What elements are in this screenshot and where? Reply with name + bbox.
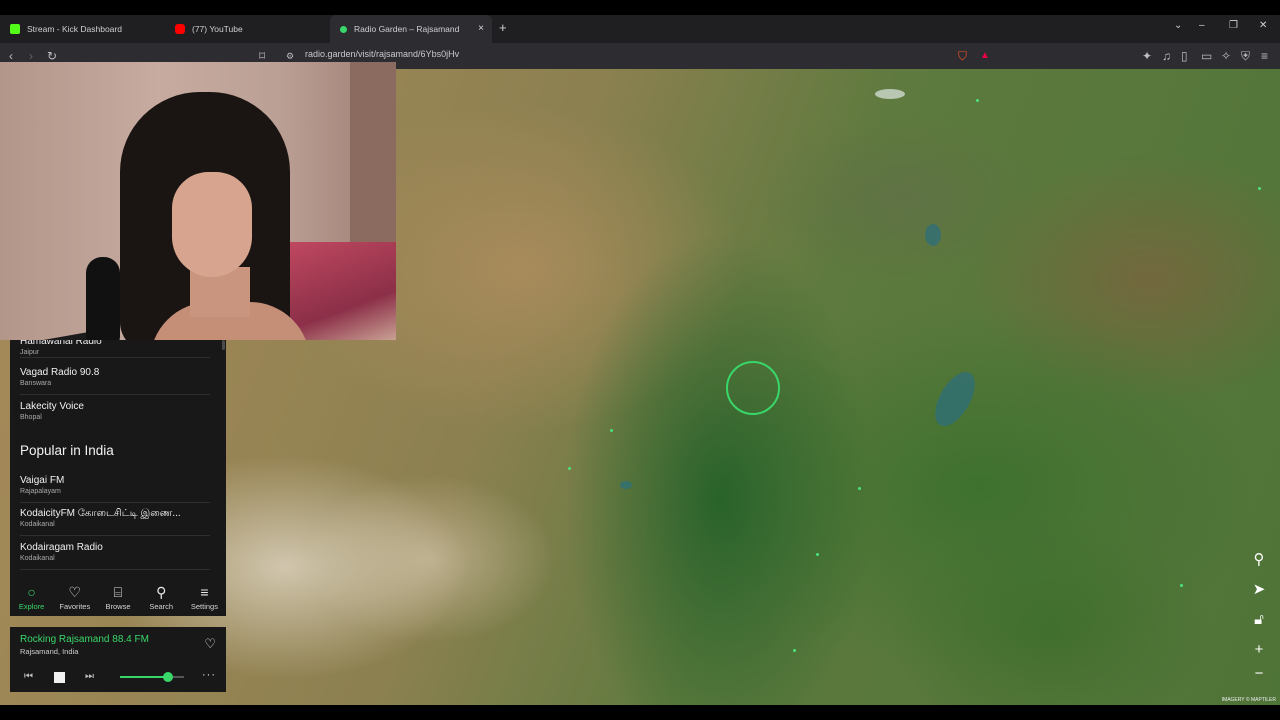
selected-station-marker[interactable] xyxy=(726,361,780,415)
station-dot[interactable] xyxy=(793,649,796,652)
favorite-heart-icon[interactable]: ♡ xyxy=(204,636,216,652)
lake xyxy=(927,365,983,433)
new-tab-button[interactable]: + xyxy=(499,20,507,35)
kick-icon xyxy=(10,24,20,34)
sidebar-icon[interactable]: ▯ xyxy=(1181,49,1188,63)
brave-rewards-icon[interactable]: ▲ xyxy=(980,49,990,63)
station-dot[interactable] xyxy=(1258,187,1261,190)
browser-tab-bar: Stream - Kick Dashboard (77) YouTube Rad… xyxy=(0,15,1280,43)
station-dot[interactable] xyxy=(568,467,571,470)
restore-icon[interactable]: ❐ xyxy=(1229,20,1238,31)
vpn-icon[interactable]: ⛨ xyxy=(1241,49,1250,63)
station-dot[interactable] xyxy=(1180,584,1183,587)
explore-icon: ○ xyxy=(27,583,36,600)
section-title: Popular in India xyxy=(20,443,114,458)
search-icon: ⚲ xyxy=(156,583,167,600)
locate-me-icon[interactable]: ➤ xyxy=(1246,578,1272,602)
tab-youtube[interactable]: (77) YouTube xyxy=(165,15,330,43)
nav-explore[interactable]: ○ Explore xyxy=(10,578,53,616)
lake xyxy=(875,89,905,99)
now-playing-station[interactable]: Rocking Rajsamand 88.4 FM xyxy=(20,634,149,645)
list-item[interactable]: Lakecity Voice Bhopal xyxy=(20,401,210,429)
leo-ai-icon[interactable]: ✧ xyxy=(1221,49,1231,63)
tab-title: Stream - Kick Dashboard xyxy=(27,24,122,34)
list-item[interactable]: KodaicityFM கோடைசிட்டி இணை... Kodaikanal xyxy=(20,508,210,536)
map-icon: ⌸ xyxy=(113,583,123,600)
nav-search[interactable]: ⚲ Search xyxy=(140,578,183,616)
list-item[interactable]: Kodairagam Radio Kodaikanal xyxy=(20,542,210,570)
brave-shield-icon[interactable]: ⛉ xyxy=(958,49,967,63)
youtube-icon xyxy=(175,24,185,34)
heart-icon: ♡ xyxy=(68,583,82,600)
scrollbar[interactable] xyxy=(222,340,225,350)
list-item[interactable]: Hamawanai Radio Jaipur xyxy=(20,340,210,358)
zoom-out-icon[interactable]: − xyxy=(1246,662,1272,686)
radio-garden-icon xyxy=(340,25,347,33)
close-tab-icon[interactable]: × xyxy=(478,23,484,34)
bookmark-icon[interactable]: ⌑ xyxy=(259,49,265,63)
radio-garden-panel: Hamawanai Radio Jaipur Vagad Radio 90.8 … xyxy=(10,340,226,616)
volume-slider[interactable] xyxy=(120,672,184,682)
tab-radio-garden[interactable]: Radio Garden – Rajsamand × xyxy=(330,15,492,43)
wallet-icon[interactable]: ▭ xyxy=(1201,49,1212,63)
tab-list-chevron-icon[interactable]: ⌄ xyxy=(1174,20,1182,31)
lake xyxy=(925,224,941,246)
more-options-icon[interactable]: ··· xyxy=(202,669,216,681)
forward-icon[interactable]: › xyxy=(29,49,33,63)
tab-kick-dashboard[interactable]: Stream - Kick Dashboard xyxy=(0,15,165,43)
station-list[interactable]: Hamawanai Radio Jaipur Vagad Radio 90.8 … xyxy=(10,340,226,576)
now-playing-bar: Rocking Rajsamand 88.4 FM Rajsamand, Ind… xyxy=(10,627,226,692)
list-item[interactable]: Vagad Radio 90.8 Banswara xyxy=(20,367,210,395)
window-close-icon[interactable]: ✕ xyxy=(1259,20,1267,31)
next-icon[interactable]: ⏭︎ xyxy=(85,671,94,682)
tab-title: Radio Garden – Rajsamand xyxy=(354,24,460,34)
station-dot[interactable] xyxy=(610,429,613,432)
nav-settings[interactable]: ≡ Settings xyxy=(183,578,226,616)
webcam-overlay xyxy=(0,62,396,340)
menu-icon[interactable]: ≡ xyxy=(1261,49,1268,63)
bottom-nav: ○ Explore ♡ Favorites ⌸ Browse ⚲ Search … xyxy=(10,578,226,616)
stop-button[interactable] xyxy=(54,672,65,683)
back-icon[interactable]: ‹ xyxy=(9,49,13,63)
nav-browse[interactable]: ⌸ Browse xyxy=(96,578,139,616)
address-bar[interactable]: radio.garden/visit/rajsamand/6Ybs0jHv xyxy=(305,49,459,59)
reload-icon[interactable]: ↻ xyxy=(47,49,57,63)
station-dot[interactable] xyxy=(858,487,861,490)
media-icon[interactable]: ♫ xyxy=(1162,49,1171,63)
minimize-icon[interactable]: – xyxy=(1199,20,1205,31)
list-item[interactable]: Vaigai FM Rajapalayam xyxy=(20,475,210,503)
map-attribution: IMAGERY © MAPTILER xyxy=(1221,697,1276,703)
volume-knob[interactable] xyxy=(163,672,173,682)
zoom-in-icon[interactable]: + xyxy=(1246,638,1272,662)
map-pin-icon[interactable]: ⚲ xyxy=(1246,548,1272,572)
tab-title: (77) YouTube xyxy=(192,24,243,34)
microphone xyxy=(86,257,120,340)
site-settings-icon[interactable]: ⚙ xyxy=(286,49,294,63)
nav-favorites[interactable]: ♡ Favorites xyxy=(53,578,96,616)
now-playing-location[interactable]: Rajsamand, India xyxy=(20,647,78,656)
extensions-icon[interactable]: ✦ xyxy=(1142,49,1152,63)
lock-icon[interactable]: 🔓︎ xyxy=(1246,608,1272,632)
station-dot[interactable] xyxy=(816,553,819,556)
previous-icon[interactable]: ⏮︎ xyxy=(24,671,33,682)
menu-icon: ≡ xyxy=(200,583,209,600)
lake xyxy=(620,481,632,489)
station-dot[interactable] xyxy=(976,99,979,102)
streamer-face xyxy=(172,172,252,277)
volume-fill xyxy=(120,676,168,678)
